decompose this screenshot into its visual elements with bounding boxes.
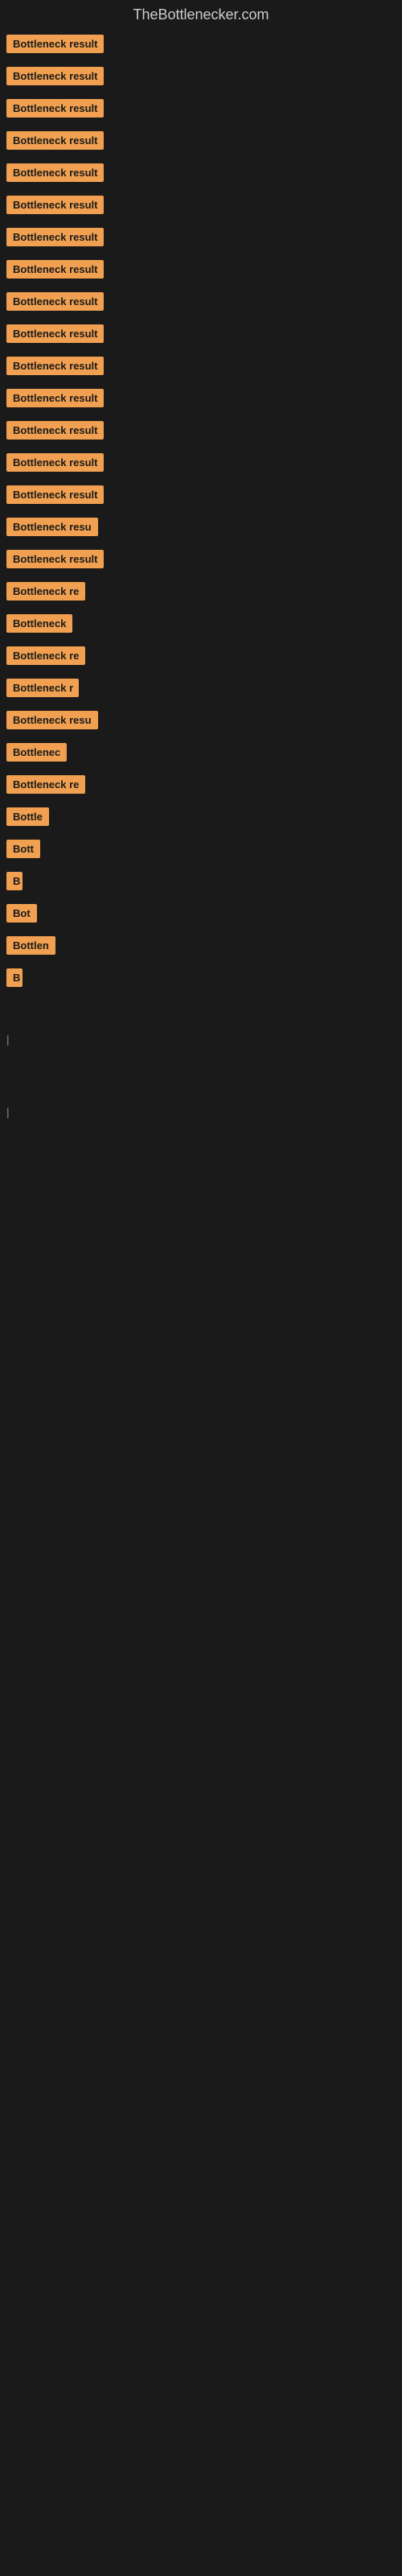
bottleneck-badge[interactable]: Bottleneck result	[6, 196, 104, 214]
list-item[interactable]: Bottleneck result	[6, 223, 396, 255]
list-item[interactable]: Bottleneck result	[6, 287, 396, 320]
bottleneck-badge[interactable]: Bottleneck result	[6, 324, 104, 343]
bottleneck-badge[interactable]: Bottleneck result	[6, 550, 104, 568]
bottleneck-badge[interactable]: Bottleneck result	[6, 99, 104, 118]
bottleneck-badge[interactable]: Bottleneck result	[6, 228, 104, 246]
list-item[interactable]: Bottlen	[6, 931, 396, 964]
list-item[interactable]: Bottleneck r	[6, 674, 396, 706]
bottleneck-badge[interactable]: Bottleneck result	[6, 131, 104, 150]
bottleneck-badge[interactable]: Bottlen	[6, 936, 55, 955]
list-item[interactable]: B	[6, 867, 396, 899]
list-item[interactable]	[6, 1068, 396, 1084]
bottleneck-badge[interactable]: Bott	[6, 840, 40, 858]
bottleneck-badge[interactable]: Bottleneck re	[6, 775, 85, 794]
bottleneck-badge[interactable]: Bottleneck result	[6, 421, 104, 440]
list-item[interactable]: Bottle	[6, 803, 396, 835]
list-item[interactable]: Bottleneck result	[6, 30, 396, 62]
bottleneck-badge[interactable]: Bot	[6, 904, 37, 923]
site-title-container: TheBottlenecker.com	[0, 0, 402, 27]
list-item[interactable]: Bottleneck result	[6, 545, 396, 577]
bottleneck-badge[interactable]: Bottleneck result	[6, 35, 104, 53]
bottleneck-badge[interactable]: Bottleneck r	[6, 679, 79, 697]
list-item[interactable]: Bottleneck result	[6, 62, 396, 94]
list-item[interactable]: Bottleneck result	[6, 384, 396, 416]
bottleneck-badge[interactable]: Bottleneck result	[6, 389, 104, 407]
bottleneck-list: Bottleneck result Bottleneck result Bottle…	[0, 27, 402, 1128]
list-item[interactable]	[6, 996, 396, 1012]
separator: |	[6, 1033, 10, 1046]
bottleneck-badge[interactable]: Bottleneck	[6, 614, 72, 633]
list-item[interactable]: Bottleneck re	[6, 770, 396, 803]
list-item[interactable]: Bottleneck result	[6, 159, 396, 191]
list-item[interactable]: Bott	[6, 835, 396, 867]
list-item[interactable]: Bottleneck re	[6, 642, 396, 674]
list-item[interactable]: Bottleneck result	[6, 255, 396, 287]
list-item[interactable]: Bottleneck result	[6, 94, 396, 126]
list-item[interactable]	[6, 1012, 396, 1028]
list-item[interactable]: Bottleneck result	[6, 448, 396, 481]
list-item[interactable]	[6, 1084, 396, 1100]
list-item[interactable]: Bottleneck	[6, 609, 396, 642]
bottleneck-badge[interactable]: B	[6, 872, 23, 890]
bottleneck-badge[interactable]: Bottleneck re	[6, 646, 85, 665]
list-item[interactable]: B	[6, 964, 396, 996]
list-item[interactable]: Bottleneck result	[6, 416, 396, 448]
separator: |	[6, 1105, 10, 1118]
list-item[interactable]: Bottlenec	[6, 738, 396, 770]
list-item[interactable]: Bottleneck resu	[6, 706, 396, 738]
bottleneck-badge[interactable]: Bottleneck re	[6, 582, 85, 601]
list-item[interactable]: Bottleneck resu	[6, 513, 396, 545]
site-title: TheBottlenecker.com	[0, 0, 402, 27]
bottleneck-badge[interactable]: Bottlenec	[6, 743, 67, 762]
bottleneck-badge[interactable]: Bottleneck result	[6, 292, 104, 311]
list-item[interactable]: Bottleneck result	[6, 481, 396, 513]
list-item[interactable]: Bottleneck re	[6, 577, 396, 609]
list-item[interactable]	[6, 1052, 396, 1068]
bottleneck-badge[interactable]: B	[6, 968, 23, 987]
bottleneck-badge[interactable]: Bottleneck result	[6, 163, 104, 182]
list-item[interactable]: Bottleneck result	[6, 352, 396, 384]
list-item[interactable]: |	[6, 1028, 396, 1052]
bottleneck-badge[interactable]: Bottleneck resu	[6, 518, 98, 536]
list-item[interactable]: Bottleneck result	[6, 126, 396, 159]
bottleneck-badge[interactable]: Bottleneck result	[6, 260, 104, 279]
bottleneck-badge[interactable]: Bottleneck result	[6, 485, 104, 504]
list-item[interactable]: |	[6, 1100, 396, 1125]
bottleneck-badge[interactable]: Bottleneck result	[6, 453, 104, 472]
bottleneck-badge[interactable]: Bottle	[6, 807, 49, 826]
list-item[interactable]: Bottleneck result	[6, 320, 396, 352]
list-item[interactable]: Bottleneck result	[6, 191, 396, 223]
bottleneck-badge[interactable]: Bottleneck result	[6, 67, 104, 85]
list-item[interactable]: Bot	[6, 899, 396, 931]
bottleneck-badge[interactable]: Bottleneck result	[6, 357, 104, 375]
bottleneck-badge[interactable]: Bottleneck resu	[6, 711, 98, 729]
